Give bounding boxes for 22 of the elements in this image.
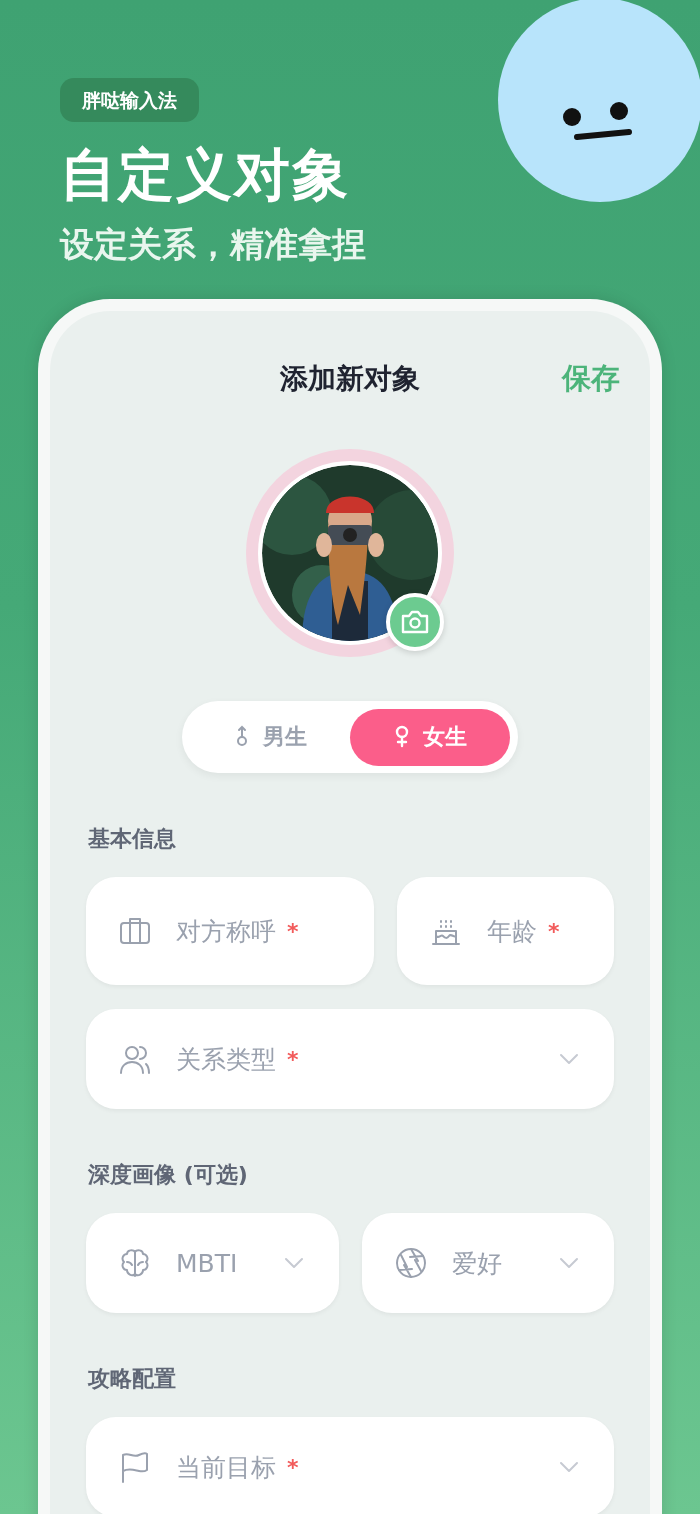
select-field[interactable]: 关系类型 <box>176 1044 281 1074</box>
camera-icon <box>400 609 430 635</box>
gender-option[interactable]: 女生 <box>350 708 510 766</box>
select-field[interactable]: MBTI <box>176 1248 251 1278</box>
text-input[interactable]: 年龄 <box>487 916 543 946</box>
screen-title: 添加新对象 <box>280 361 420 397</box>
required-mark: * <box>287 918 299 944</box>
gender-option[interactable]: 男生 <box>190 708 350 766</box>
required-mark: * <box>548 918 560 944</box>
select-field[interactable]: 爱好 <box>451 1248 507 1278</box>
section-title: 攻略配置 <box>88 1365 177 1393</box>
save-button[interactable]: 保存 <box>562 359 620 399</box>
section-title: 基本信息 <box>88 825 177 853</box>
subheadline: 设定关系，精准拿捏 <box>60 223 366 266</box>
section-title: 深度画像 (可选) <box>88 1161 249 1189</box>
text-input[interactable]: 对方称呼 <box>176 916 281 946</box>
headline: 自定义对象 <box>60 141 350 209</box>
app-name-badge: 胖哒输入法 <box>60 78 199 122</box>
female-symbol-icon <box>393 725 411 749</box>
select-field[interactable]: 当前目标 <box>176 1452 281 1482</box>
required-mark: * <box>287 1454 299 1480</box>
required-mark: * <box>287 1046 299 1072</box>
